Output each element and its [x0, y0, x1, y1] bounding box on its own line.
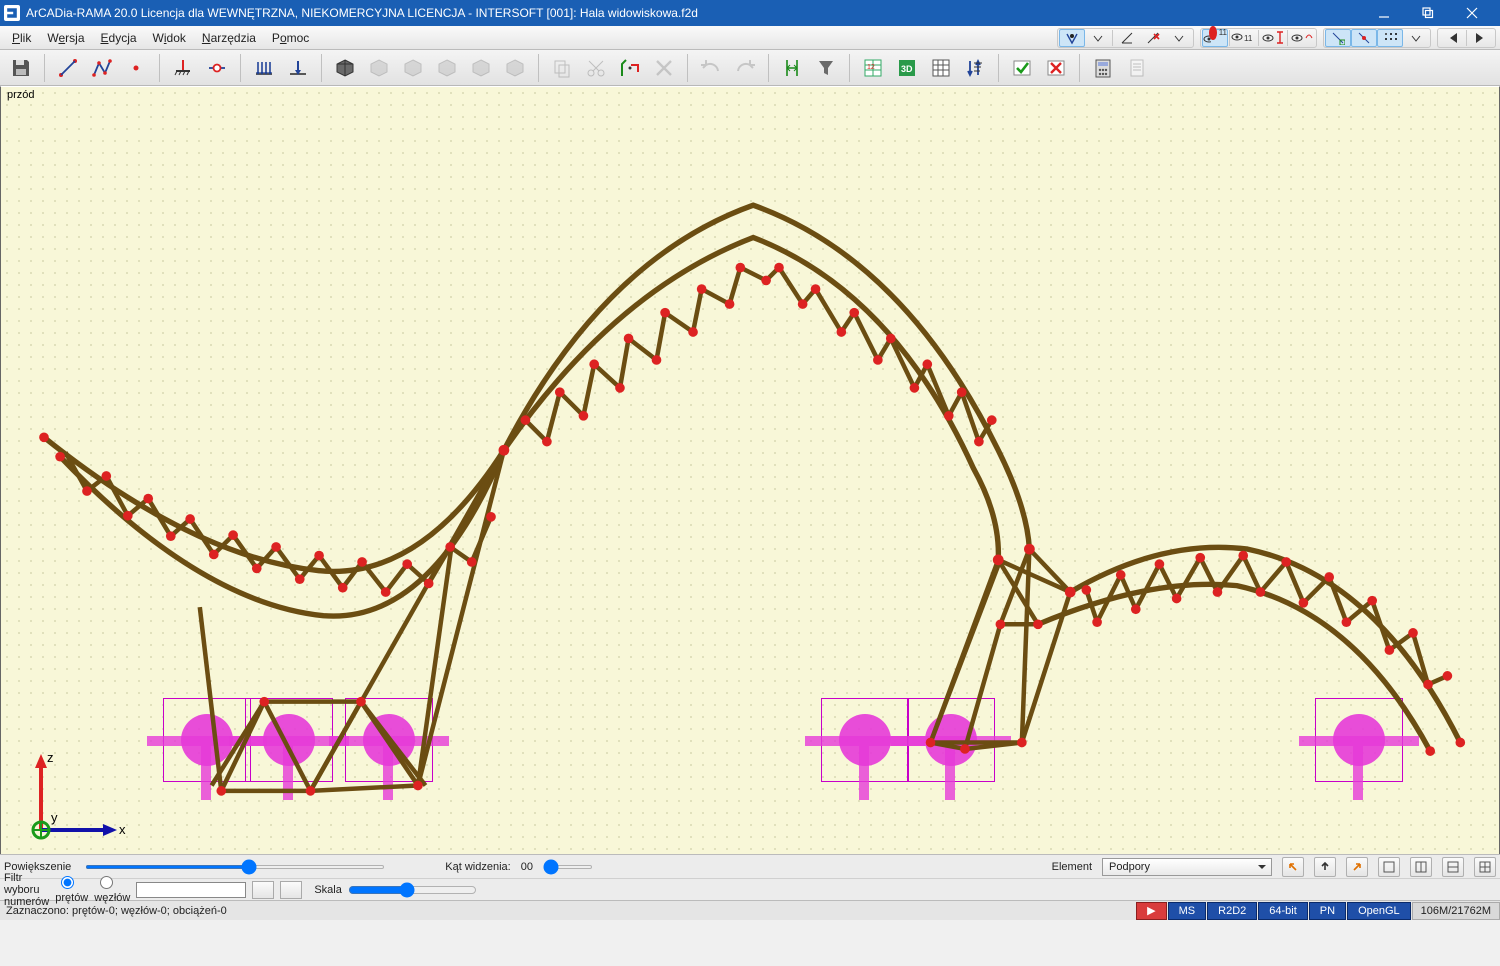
- scale-slider[interactable]: [348, 882, 477, 898]
- toggle-group-2: 11 11: [1200, 28, 1317, 48]
- svg-text:12: 12: [867, 64, 875, 71]
- chip-64bit[interactable]: 64-bit: [1258, 902, 1308, 920]
- toggle-eye-sub-icon[interactable]: 11: [1231, 29, 1257, 47]
- filter-apply-icon[interactable]: [252, 881, 274, 899]
- menubar: Plik Wersja Edycja Widok Narzędzia Pomoc…: [0, 26, 1500, 50]
- view-toggle-groups: 11 11: [1057, 28, 1496, 48]
- filter-icon[interactable]: [811, 53, 841, 83]
- view-cube-3-icon[interactable]: [432, 53, 462, 83]
- toggle-next-icon[interactable]: [1468, 29, 1494, 47]
- view-cube-1-icon[interactable]: [364, 53, 394, 83]
- draw-polyline-icon[interactable]: [87, 53, 117, 83]
- maximize-button[interactable]: [1406, 0, 1450, 26]
- paste-icon[interactable]: [615, 53, 645, 83]
- memory-status: 106M/21762M: [1412, 902, 1500, 920]
- toggle-dropdown2-icon[interactable]: [1166, 29, 1192, 47]
- calculator-icon[interactable]: [1088, 53, 1118, 83]
- axis-gizmo[interactable]: z x y: [23, 748, 133, 848]
- radio-wezlow[interactable]: węzłów: [94, 876, 130, 904]
- toggle-prev-icon[interactable]: [1439, 29, 1465, 47]
- save-icon[interactable]: [6, 53, 36, 83]
- view-iso-active-icon[interactable]: [330, 53, 360, 83]
- filter-pause-icon[interactable]: [280, 881, 302, 899]
- menu-widok[interactable]: Widok: [145, 29, 194, 47]
- toggle-group-3: [1323, 28, 1431, 48]
- scale-label: Skala: [314, 884, 342, 896]
- svg-text:3D: 3D: [901, 64, 913, 74]
- window-title: ArCADia-RAMA 20.0 Licencja dla WEWNĘTRZN…: [26, 6, 1362, 20]
- toggle-loads-icon[interactable]: [1059, 29, 1085, 47]
- toggle-eye-red-sup-icon[interactable]: 11: [1202, 29, 1228, 47]
- menu-pomoc[interactable]: Pomoc: [264, 29, 317, 47]
- redo-icon[interactable]: [730, 53, 760, 83]
- view-cube-5-icon[interactable]: [500, 53, 530, 83]
- canvas[interactable]: przód: [0, 86, 1500, 854]
- toggle-snap-endpoint-icon[interactable]: [1325, 29, 1351, 47]
- app-icon: [4, 5, 20, 21]
- table-numbers-icon[interactable]: 12: [858, 53, 888, 83]
- truss-drawing: [1, 87, 1499, 854]
- chip-ms[interactable]: MS: [1168, 902, 1207, 920]
- toggle-delete-angle-icon[interactable]: [1140, 29, 1166, 47]
- titlebar: ArCADia-RAMA 20.0 Licencja dla WEWNĘTRZN…: [0, 0, 1500, 26]
- toggle-snap-dropdown-icon[interactable]: [1403, 29, 1429, 47]
- axis-x-label: x: [119, 822, 126, 837]
- menu-wersja[interactable]: Wersja: [39, 29, 92, 47]
- view-cube-4-icon[interactable]: [466, 53, 496, 83]
- element-select[interactable]: Podpory: [1102, 858, 1272, 876]
- delete-icon[interactable]: [649, 53, 679, 83]
- toggle-snap-node-icon[interactable]: [1351, 29, 1377, 47]
- menu-narzedzia[interactable]: Narzędzia: [194, 29, 264, 47]
- toggle-group-1: [1057, 28, 1194, 48]
- toggle-dropdown-icon[interactable]: [1085, 29, 1111, 47]
- toggle-eye-profile-icon[interactable]: [1260, 29, 1286, 47]
- record-chip[interactable]: ▶: [1136, 902, 1166, 920]
- hinge-icon[interactable]: [202, 53, 232, 83]
- check-ok-icon[interactable]: [1007, 53, 1037, 83]
- chip-opengl[interactable]: OpenGL: [1347, 902, 1411, 920]
- report-icon[interactable]: [1122, 53, 1152, 83]
- axis-y-label: y: [51, 810, 58, 825]
- minimize-button[interactable]: [1362, 0, 1406, 26]
- measure-icon[interactable]: [777, 53, 807, 83]
- chip-pn[interactable]: PN: [1309, 902, 1346, 920]
- toggle-angle-icon[interactable]: [1114, 29, 1140, 47]
- menu-plik[interactable]: Plik: [4, 29, 39, 47]
- load-uniform-icon[interactable]: [249, 53, 279, 83]
- draw-line-red-icon[interactable]: [53, 53, 83, 83]
- toggle-snap-grid-icon[interactable]: [1377, 29, 1403, 47]
- draw-point-icon[interactable]: [121, 53, 151, 83]
- view-3d-icon[interactable]: 3D: [892, 53, 922, 83]
- chip-r2d2[interactable]: R2D2: [1207, 902, 1257, 920]
- filter-input[interactable]: [136, 882, 246, 898]
- axis-z-label: z: [47, 750, 54, 765]
- toggle-eye-curve-icon[interactable]: [1289, 29, 1315, 47]
- selection-status: Zaznaczono: prętów-0; węzłów-0; obciążeń…: [0, 905, 1135, 917]
- radio-pretow[interactable]: prętów: [55, 876, 88, 904]
- toggle-group-4: [1437, 28, 1496, 48]
- cut-icon[interactable]: [581, 53, 611, 83]
- sort-icon[interactable]: [960, 53, 990, 83]
- view-cube-2-icon[interactable]: [398, 53, 428, 83]
- filter-label: Filtr wyboru numerów: [4, 872, 49, 908]
- close-button[interactable]: [1450, 0, 1494, 26]
- check-fail-icon[interactable]: [1041, 53, 1071, 83]
- grid-settings-icon[interactable]: [926, 53, 956, 83]
- zoom-slider[interactable]: [85, 865, 385, 869]
- filter-bar: Filtr wyboru numerów prętów węzłów Skala: [0, 878, 1500, 900]
- load-point-icon[interactable]: [283, 53, 313, 83]
- copy-icon[interactable]: [547, 53, 577, 83]
- support-fixed-icon[interactable]: [168, 53, 198, 83]
- menu-edycja[interactable]: Edycja: [93, 29, 145, 47]
- undo-icon[interactable]: [696, 53, 726, 83]
- main-toolbar: 12 3D: [0, 50, 1500, 86]
